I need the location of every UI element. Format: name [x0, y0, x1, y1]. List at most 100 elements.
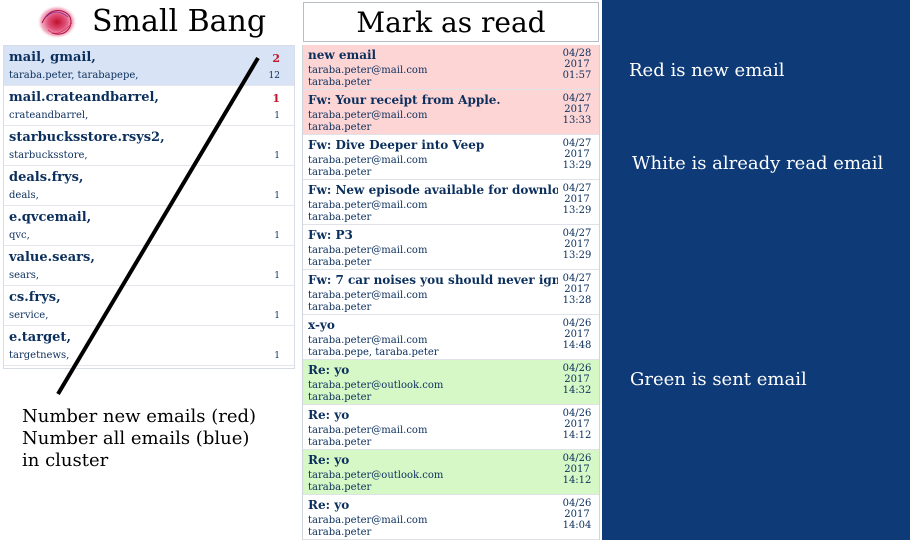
email-to: taraba.peter: [308, 122, 372, 133]
total-count-badge: 1: [274, 151, 280, 161]
email-subject: Re: yo: [308, 408, 350, 422]
email-subject: Fw: 7 car noises you should never ignor: [308, 273, 558, 287]
total-count-badge: 12: [268, 71, 280, 81]
email-time: 14:04: [562, 520, 592, 531]
cluster-item[interactable]: mail, gmail, taraba.peter, tarabapepe, 2 12: [4, 46, 294, 86]
email-from: taraba.peter@outlook.com: [308, 380, 444, 391]
email-timestamp: 04/27 2017 13:28: [559, 273, 595, 306]
legend-red: Red is new email: [629, 60, 785, 81]
email-date: 04/26: [562, 408, 592, 419]
email-to: taraba.peter: [308, 437, 372, 448]
cluster-item[interactable]: starbucksstore.rsys2, starbucksstore, 1: [4, 126, 294, 166]
email-from: taraba.peter@mail.com: [308, 65, 428, 76]
total-count-badge: 1: [274, 271, 280, 281]
email-date: 04/27: [562, 138, 592, 149]
email-year: 2017: [564, 419, 590, 430]
cluster-name: deals.frys,: [9, 170, 84, 185]
annotation-line-1: Number new emails (red): [22, 406, 257, 427]
app-header: Small Bang: [0, 0, 300, 44]
email-row[interactable]: Fw: Your receipt from Apple. taraba.peter…: [303, 90, 599, 135]
email-subject: x-yo: [308, 318, 335, 332]
cluster-name: mail.crateandbarrel,: [9, 90, 159, 105]
email-subject: new email: [308, 48, 377, 62]
email-subject: Re: yo: [308, 453, 350, 467]
cluster-senders: crateandbarrel,: [9, 110, 89, 121]
email-row[interactable]: Fw: Dive Deeper into Veep taraba.peter@ma…: [303, 135, 599, 180]
email-row[interactable]: x-yo taraba.peter@mail.com taraba.pepe, ta…: [303, 315, 599, 360]
email-year: 2017: [564, 329, 590, 340]
email-timestamp: 04/27 2017 13:29: [559, 228, 595, 261]
email-year: 2017: [564, 509, 590, 520]
email-subject: Fw: New episode available for downloa: [308, 183, 558, 197]
email-row[interactable]: Fw: P3 taraba.peter@mail.com taraba.peter 0…: [303, 225, 599, 270]
email-time: 13:29: [562, 205, 592, 216]
email-year: 2017: [564, 464, 590, 475]
email-from: taraba.peter@mail.com: [308, 245, 428, 256]
email-from: taraba.peter@outlook.com: [308, 470, 444, 481]
email-time: 14:32: [562, 385, 592, 396]
cluster-senders: service,: [9, 310, 49, 321]
email-timestamp: 04/27 2017 13:29: [559, 183, 595, 216]
email-row[interactable]: Fw: 7 car noises you should never ignor t…: [303, 270, 599, 315]
email-timestamp: 04/26 2017 14:12: [559, 453, 595, 486]
email-to: taraba.pepe, taraba.peter: [308, 347, 439, 358]
email-date: 04/26: [562, 498, 592, 509]
cluster-name: e.qvcemail,: [9, 210, 92, 225]
email-to: taraba.peter: [308, 212, 372, 223]
annotation-line-3: in cluster: [22, 450, 109, 471]
email-year: 2017: [564, 149, 590, 160]
email-to: taraba.peter: [308, 302, 372, 313]
legend-white: White is already read email: [632, 153, 884, 174]
email-row[interactable]: Re: yo taraba.peter@outlook.com taraba.pet…: [303, 360, 599, 405]
cluster-senders: taraba.peter, tarabapepe,: [9, 70, 139, 81]
email-timestamp: 04/27 2017 13:29: [559, 138, 595, 171]
email-date: 04/27: [562, 228, 592, 239]
cluster-item[interactable]: cs.frys, service, 1: [4, 286, 294, 326]
cluster-name: e.target,: [9, 330, 71, 345]
cluster-panel: Small Bang mail, gmail, taraba.peter, tar…: [0, 0, 300, 540]
cluster-name: starbucksstore.rsys2,: [9, 130, 165, 145]
email-year: 2017: [564, 59, 590, 70]
total-count-badge: 1: [274, 191, 280, 201]
email-timestamp: 04/28 2017 01:57: [559, 48, 595, 81]
cluster-item[interactable]: e.qvcemail, qvc, 1: [4, 206, 294, 246]
annotation-note: Number new emails (red) Number all email…: [22, 406, 256, 472]
email-row[interactable]: Re: yo taraba.peter@mail.com taraba.peter 0…: [303, 495, 599, 540]
email-time: 14:12: [562, 430, 592, 441]
email-subject: Re: yo: [308, 363, 350, 377]
cluster-item[interactable]: mail.crateandbarrel, crateandbarrel, 1 1: [4, 86, 294, 126]
email-to: taraba.peter: [308, 392, 372, 403]
email-row[interactable]: Fw: New episode available for downloa tar…: [303, 180, 599, 225]
cluster-senders: deals,: [9, 190, 39, 201]
email-from: taraba.peter@mail.com: [308, 515, 428, 526]
email-date: 04/26: [562, 363, 592, 374]
total-count-badge: 1: [274, 311, 280, 321]
cluster-item[interactable]: deals.frys, deals, 1: [4, 166, 294, 206]
email-row[interactable]: Re: yo taraba.peter@mail.com taraba.peter 0…: [303, 405, 599, 450]
email-list: new email taraba.peter@mail.com taraba.pet…: [302, 45, 600, 540]
email-date: 04/27: [562, 183, 592, 194]
legend-green: Green is sent email: [630, 369, 807, 390]
cluster-name: value.sears,: [9, 250, 95, 265]
email-date: 04/28: [562, 48, 592, 59]
email-time: 01:57: [562, 70, 592, 81]
email-year: 2017: [564, 374, 590, 385]
swirl-logo-icon: [37, 5, 77, 39]
cluster-senders: qvc,: [9, 230, 30, 241]
email-time: 13:29: [562, 250, 592, 261]
email-time: 13:28: [562, 295, 592, 306]
total-count-badge: 1: [274, 351, 280, 361]
cluster-senders: targetnews,: [9, 350, 70, 361]
email-from: taraba.peter@mail.com: [308, 200, 428, 211]
email-row[interactable]: Re: yo taraba.peter@outlook.com taraba.pet…: [303, 450, 599, 495]
email-row[interactable]: new email taraba.peter@mail.com taraba.pet…: [303, 45, 599, 90]
email-year: 2017: [564, 104, 590, 115]
email-from: taraba.peter@mail.com: [308, 335, 428, 346]
mark-as-read-button[interactable]: Mark as read: [303, 2, 599, 42]
cluster-name: mail, gmail,: [9, 50, 96, 65]
cluster-item[interactable]: value.sears, sears, 1: [4, 246, 294, 286]
email-subject: Fw: P3: [308, 228, 353, 242]
email-timestamp: 04/26 2017 14:12: [559, 408, 595, 441]
cluster-item[interactable]: e.target, targetnews, 1: [4, 326, 294, 366]
cluster-senders: starbucksstore,: [9, 150, 88, 161]
